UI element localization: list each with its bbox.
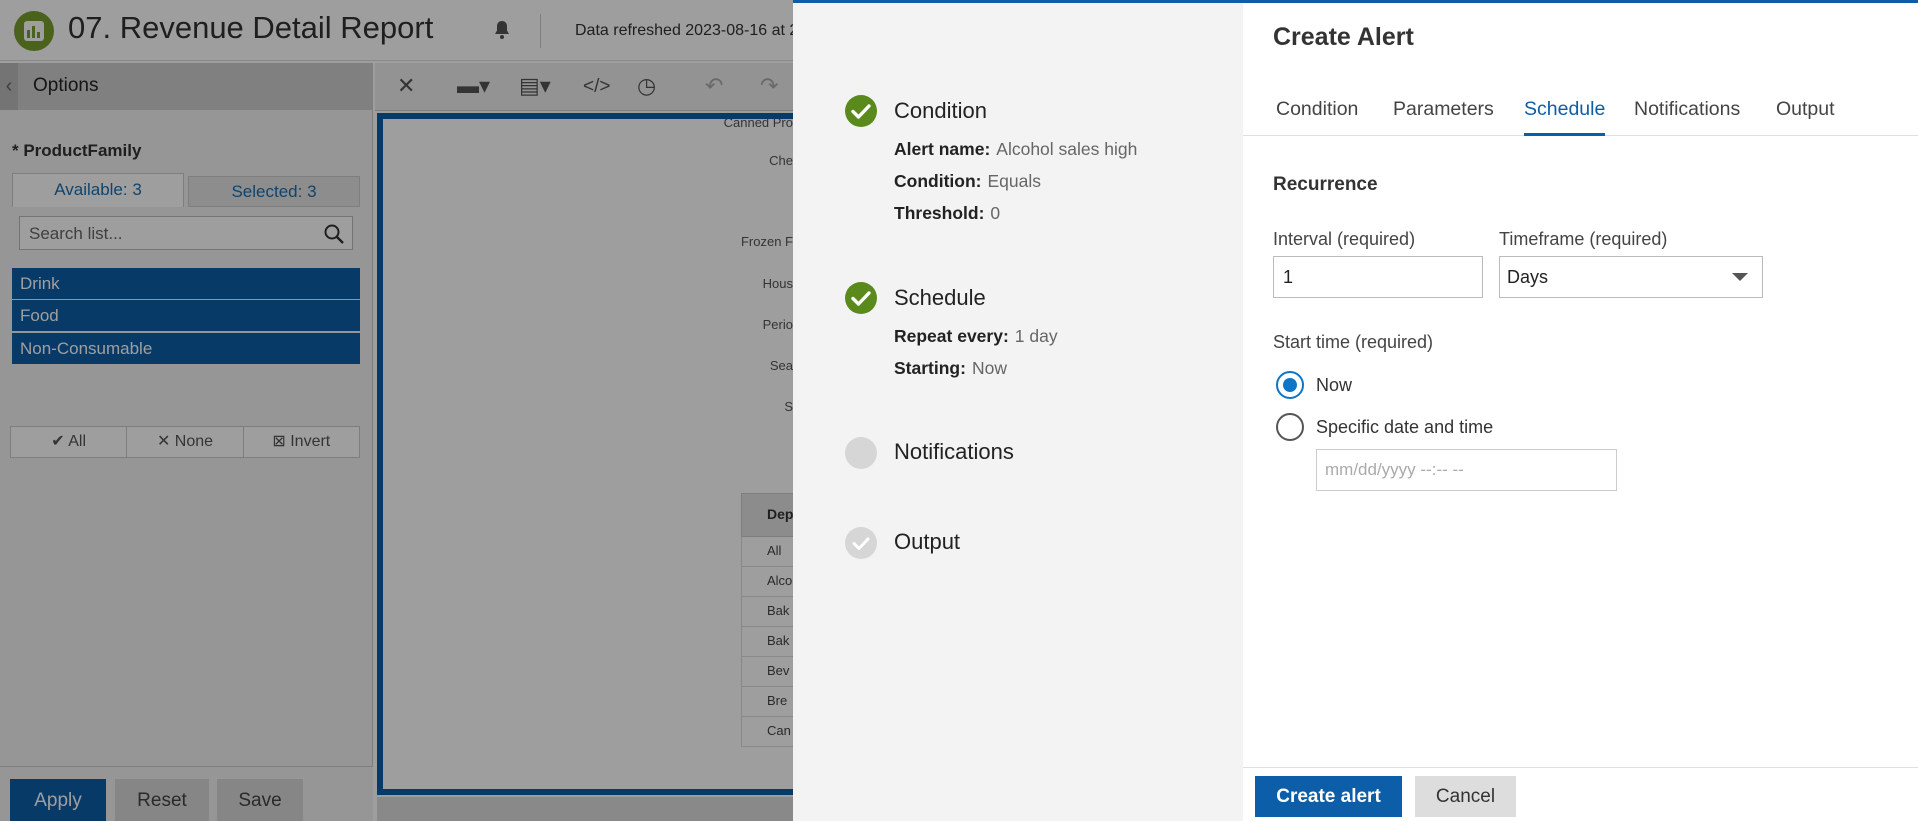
tab-schedule[interactable]: Schedule xyxy=(1524,98,1606,136)
detail-value: 0 xyxy=(990,203,1001,223)
step-detail-alert-name: Alert name: Alcohol sales high xyxy=(894,139,1137,160)
datetime-input[interactable]: mm/dd/yyyy --:-- -- xyxy=(1316,449,1617,491)
alert-steps-pane: Condition Alert name: Alcohol sales high … xyxy=(793,3,1243,821)
recurrence-heading: Recurrence xyxy=(1273,174,1378,195)
detail-value: Equals xyxy=(987,171,1041,191)
detail-value: 1 day xyxy=(1014,326,1058,346)
step-title-notifications[interactable]: Notifications xyxy=(894,439,1014,465)
tab-output[interactable]: Output xyxy=(1776,98,1835,136)
detail-label: Condition: xyxy=(894,171,982,191)
create-alert-button[interactable]: Create alert xyxy=(1255,776,1402,817)
tab-parameters[interactable]: Parameters xyxy=(1393,98,1494,136)
alert-form-pane: Create Alert Condition Parameters Schedu… xyxy=(1243,3,1918,821)
step-title-schedule[interactable]: Schedule xyxy=(894,285,986,311)
step-title-output[interactable]: Output xyxy=(894,529,960,555)
step-pending-check-icon xyxy=(845,527,877,559)
radio-now-label[interactable]: Now xyxy=(1316,375,1352,396)
alert-tabs: Condition Parameters Schedule Notificati… xyxy=(1243,96,1918,136)
timeframe-label: Timeframe (required) xyxy=(1499,229,1668,249)
detail-value: Now xyxy=(971,358,1007,378)
step-detail-repeat: Repeat every: 1 day xyxy=(894,326,1058,347)
dialog-footer: Create alert Cancel xyxy=(1243,767,1918,821)
detail-label: Starting: xyxy=(894,358,966,378)
step-complete-check-icon xyxy=(845,282,877,314)
step-detail-condition: Condition: Equals xyxy=(894,171,1041,192)
radio-specific-date[interactable] xyxy=(1276,413,1304,441)
interval-input[interactable] xyxy=(1273,256,1483,298)
radio-specific-date-label[interactable]: Specific date and time xyxy=(1316,417,1493,438)
step-complete-check-icon xyxy=(845,95,877,127)
timeframe-select[interactable]: Days xyxy=(1499,256,1763,298)
radio-now[interactable] xyxy=(1276,371,1304,399)
tab-notifications[interactable]: Notifications xyxy=(1634,98,1740,136)
create-alert-dialog: Condition Alert name: Alcohol sales high … xyxy=(793,0,1918,821)
detail-label: Alert name: xyxy=(894,139,991,159)
step-title-condition[interactable]: Condition xyxy=(894,98,987,124)
tab-condition[interactable]: Condition xyxy=(1276,98,1358,136)
step-detail-threshold: Threshold: 0 xyxy=(894,203,1000,224)
interval-label: Interval (required) xyxy=(1273,229,1416,249)
start-time-label: Start time (required) xyxy=(1273,332,1434,352)
chevron-down-icon xyxy=(1732,273,1748,281)
detail-value: Alcohol sales high xyxy=(996,139,1138,159)
modal-overlay[interactable] xyxy=(0,0,793,821)
dialog-title: Create Alert xyxy=(1273,23,1414,51)
detail-label: Repeat every: xyxy=(894,326,1009,346)
step-detail-starting: Starting: Now xyxy=(894,358,1007,379)
timeframe-value: Days xyxy=(1507,267,1549,287)
cancel-button[interactable]: Cancel xyxy=(1415,776,1516,817)
step-pending-icon xyxy=(845,437,877,469)
detail-label: Threshold: xyxy=(894,203,985,223)
